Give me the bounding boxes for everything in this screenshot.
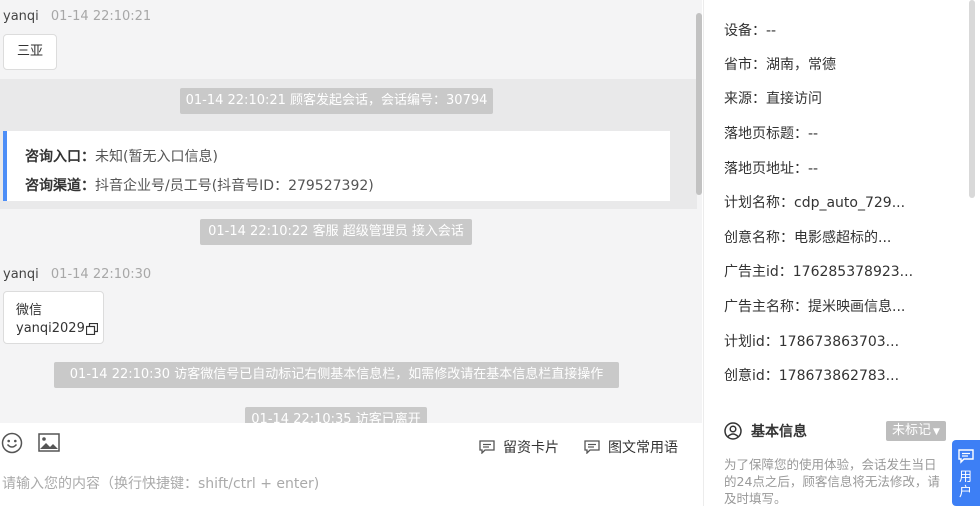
message-icon bbox=[584, 440, 600, 454]
lead-card-button[interactable]: 留资卡片 bbox=[479, 437, 559, 457]
basic-info-title: 基本信息 bbox=[724, 421, 807, 441]
message-bubble: 三亚 bbox=[3, 34, 57, 70]
chat-bubble-icon bbox=[958, 449, 974, 464]
system-message: 01-14 22:10:22 客服 超级管理员 接入会话 bbox=[200, 219, 472, 245]
mark-status-dropdown[interactable]: 未标记 ▼ bbox=[886, 421, 946, 441]
chat-pane: yanqi 01-14 22:10:21 三亚 01-14 22:10:21 顾… bbox=[0, 0, 702, 423]
copy-icon[interactable] bbox=[85, 323, 98, 335]
info-plan-name: 计划名称：cdp_auto_729... bbox=[724, 195, 906, 211]
system-message: 01-14 22:10:30 访客微信号已自动标记右侧基本信息栏，如需修改请在基… bbox=[54, 362, 619, 388]
info-scrollbar[interactable] bbox=[969, 0, 975, 198]
input-area: 留资卡片 图文常用语 bbox=[0, 423, 702, 506]
sender-name: yanqi bbox=[3, 267, 39, 282]
system-message: 01-14 22:10:35 访客已离开 bbox=[245, 407, 427, 423]
message-time: 01-14 22:10:30 bbox=[50, 267, 152, 282]
channel-value: 抖音企业号/员工号(抖音号ID：279527392) bbox=[95, 178, 374, 194]
entry-value: 未知(暂无入口信息) bbox=[95, 149, 218, 165]
emoji-icon[interactable] bbox=[1, 432, 23, 454]
common-phrases-label: 图文常用语 bbox=[608, 440, 678, 456]
common-phrases-button[interactable]: 图文常用语 bbox=[584, 437, 678, 457]
info-advertiser-id: 广告主id：176285378923... bbox=[724, 264, 914, 280]
wechat-id: yanqi2029 bbox=[16, 321, 85, 336]
message-header: yanqi 01-14 22:10:30 bbox=[3, 267, 151, 282]
sender-name: yanqi bbox=[3, 9, 39, 24]
system-message: 01-14 22:10:21 顾客发起会话，会话编号：30794 bbox=[180, 88, 493, 114]
info-device: 设备：-- bbox=[724, 23, 777, 39]
message-input[interactable] bbox=[0, 469, 692, 499]
image-icon[interactable] bbox=[38, 433, 60, 452]
info-advertiser-name: 广告主名称：提米映画信息... bbox=[724, 299, 906, 315]
basic-info-label: 基本信息 bbox=[751, 424, 807, 440]
visitor-info-panel: 设备：-- 省市：湖南，常德 来源：直接访问 落地页标题：-- 落地页地址：--… bbox=[703, 0, 980, 506]
lead-card-label: 留资卡片 bbox=[503, 440, 559, 456]
info-creative-id: 创意id：178673862783... bbox=[724, 368, 900, 384]
info-landing-url: 落地页地址：-- bbox=[724, 161, 819, 177]
wechat-label: 微信 bbox=[16, 303, 43, 318]
info-creative-name: 创意名称：电影感超标的... bbox=[724, 230, 892, 246]
message-header: yanqi 01-14 22:10:21 bbox=[3, 9, 151, 24]
wechat-card-bubble: 微信 yanqi2029 bbox=[3, 291, 104, 344]
channel-label: 咨询渠道： bbox=[25, 178, 95, 194]
user-circle-icon bbox=[724, 422, 742, 440]
message-icon bbox=[479, 440, 495, 454]
mark-status-label: 未标记 bbox=[892, 423, 932, 438]
user-tab[interactable]: 用户 bbox=[952, 440, 980, 506]
edit-notice: 为了保障您的使用体验，会话发生当日的24点之后，顾客信息将无法修改，请及时填写。 bbox=[724, 457, 940, 506]
info-region: 省市：湖南，常德 bbox=[724, 57, 836, 73]
info-source: 来源：直接访问 bbox=[724, 91, 822, 107]
message-time: 01-14 22:10:21 bbox=[50, 9, 152, 24]
chat-scrollbar[interactable] bbox=[696, 13, 702, 195]
message-text: 三亚 bbox=[16, 44, 43, 59]
user-tab-label: 用户 bbox=[959, 470, 973, 500]
entry-label: 咨询入口： bbox=[25, 149, 95, 165]
caret-down-icon: ▼ bbox=[933, 427, 940, 437]
consult-entry-card: 咨询入口：未知(暂无入口信息) 咨询渠道：抖音企业号/员工号(抖音号ID：279… bbox=[3, 131, 670, 201]
info-plan-id: 计划id：178673863703... bbox=[724, 334, 900, 350]
info-landing-title: 落地页标题：-- bbox=[724, 126, 819, 142]
